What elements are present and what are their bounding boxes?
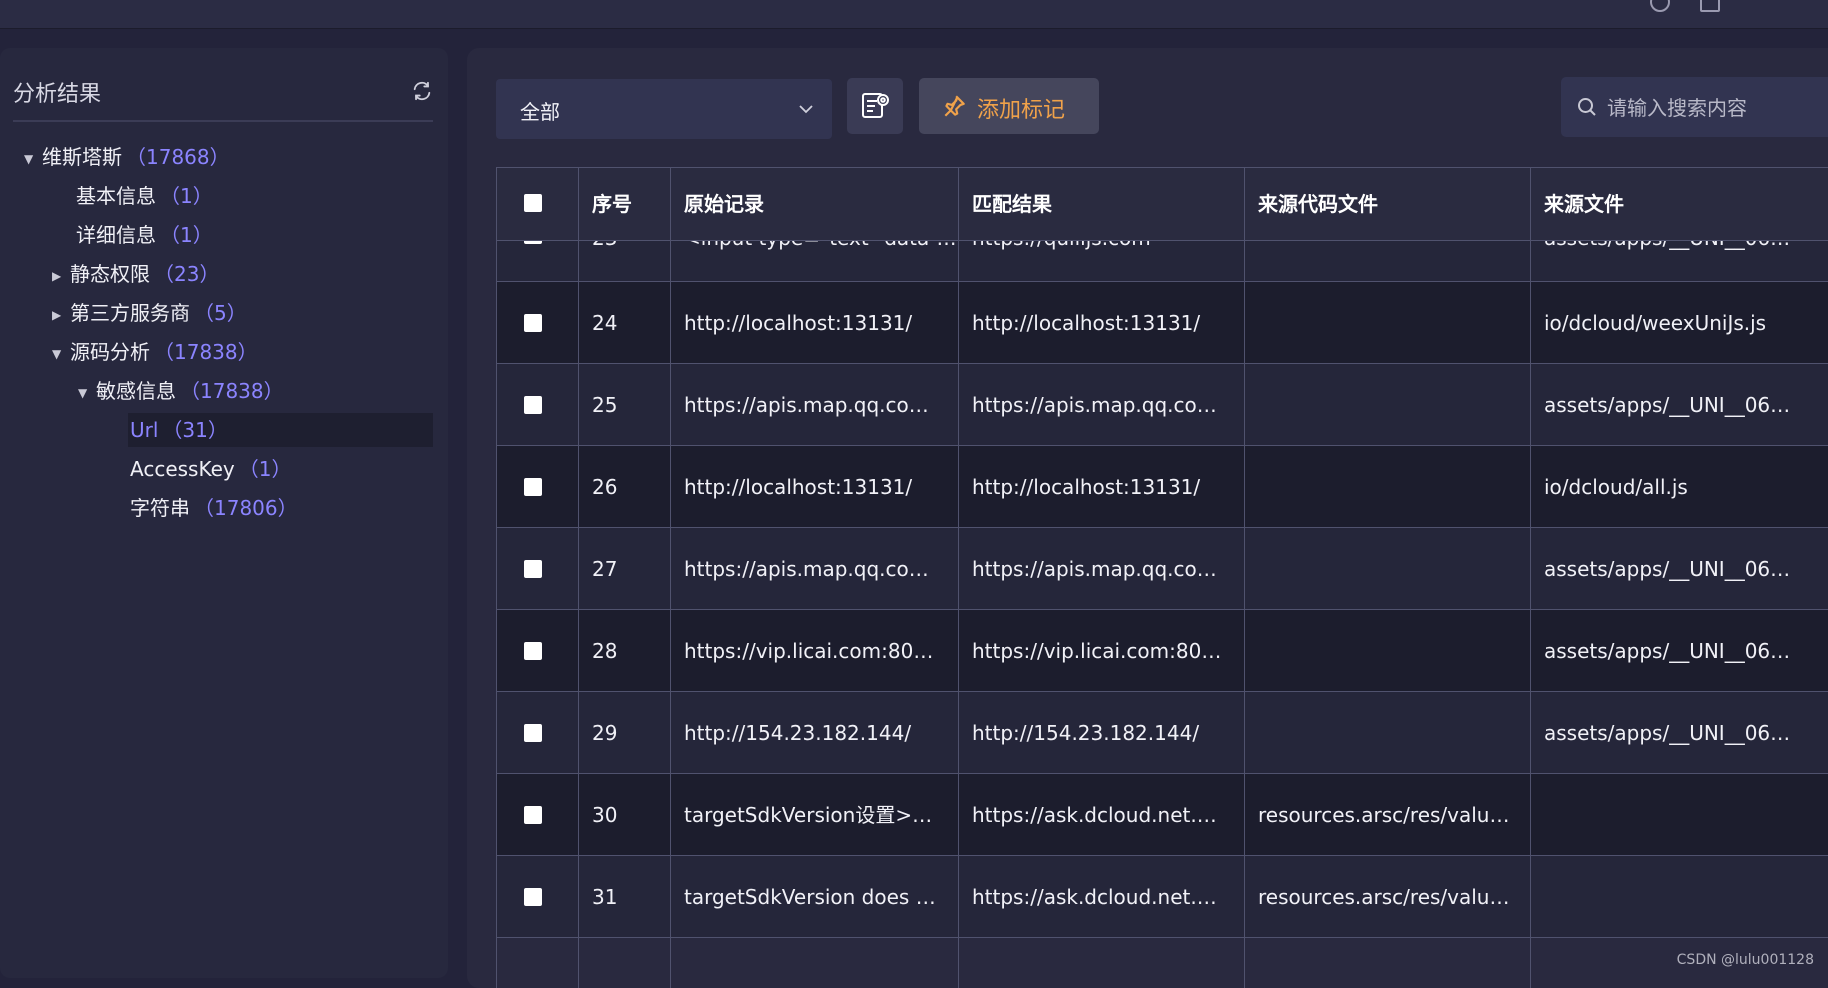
cell-original-record: http://localhost:13131/ <box>684 475 913 499</box>
select-all-checkbox[interactable] <box>524 194 542 212</box>
cell-source-code-file: resources.arsc/res/valu… <box>1258 885 1510 909</box>
table-row[interactable]: 24 http://localhost:13131/ http://localh… <box>496 282 1828 364</box>
window-icon[interactable] <box>1700 0 1720 12</box>
results-table: 序号 原始记录 匹配结果 来源代码文件 来源文件 23 <input type=… <box>496 167 1828 988</box>
cell-source-code-file <box>1244 446 1530 528</box>
filter-select-value: 全部 <box>520 100 560 124</box>
add-mark-label: 添加标记 <box>977 98 1066 123</box>
tree-node-accesskey[interactable]: AccessKey （1） <box>130 452 291 486</box>
row-checkbox[interactable] <box>524 724 542 742</box>
tree-node-basic-info[interactable]: 基本信息 （1） <box>76 179 213 213</box>
cell-index: 27 <box>592 557 618 581</box>
tree-node-root[interactable]: ▼ 维斯塔斯 （17868） <box>24 140 230 174</box>
results-table-panel: 全部 添加标记 序号 原始记录 匹配结果 来源代码文件 来源文件 <box>467 48 1828 988</box>
search-input[interactable] <box>1605 91 1828 125</box>
tree-node-strings[interactable]: 字符串 （17806） <box>130 491 298 525</box>
analysis-results-panel: 分析结果 ▼ 维斯塔斯 （17868） 基本信息 （1） 详细信息 （1） ▶ 静态权限（… <box>0 48 448 978</box>
cell-source-file: assets/apps/__UNI__06… <box>1544 721 1791 745</box>
cell-original-record: https://apis.map.qq.co… <box>684 557 929 581</box>
caret-down-icon[interactable]: ▼ <box>52 337 70 371</box>
cell-match-result: https://vip.licai.com:80… <box>972 639 1222 663</box>
cell-index: 26 <box>592 475 618 499</box>
header-source-code-file[interactable]: 来源代码文件 <box>1244 168 1530 240</box>
top-bar <box>0 0 1828 29</box>
cell-match-result: http://localhost:13131/ <box>972 311 1201 335</box>
cell-match-result: https://ask.dcloud.net.… <box>972 803 1217 827</box>
cell-source-code-file <box>1244 692 1530 774</box>
cell-original-record: targetSdkVersion does … <box>684 885 936 909</box>
cell-original-record: https://vip.licai.com:80… <box>684 639 934 663</box>
caret-down-icon[interactable]: ▼ <box>78 376 96 410</box>
cell-source-file: assets/apps/__UNI__06… <box>1544 557 1791 581</box>
cell-original-record: http://localhost:13131/ <box>684 311 913 335</box>
cell-index: 24 <box>592 311 618 335</box>
filter-select[interactable]: 全部 <box>496 79 832 139</box>
cell-index: 29 <box>592 721 618 745</box>
table-row[interactable]: 25 https://apis.map.qq.co… https://apis.… <box>496 364 1828 446</box>
row-checkbox[interactable] <box>524 806 542 824</box>
cell-source-code-file <box>1244 282 1530 364</box>
pin-icon <box>944 95 965 117</box>
row-checkbox[interactable] <box>524 560 542 578</box>
cell-original-record: http://154.23.182.144/ <box>684 721 912 745</box>
row-checkbox[interactable] <box>524 396 542 414</box>
chevron-down-icon <box>799 105 813 114</box>
refresh-icon[interactable] <box>411 80 433 102</box>
cell-index: 30 <box>592 803 618 827</box>
tree-node-detail-info[interactable]: 详细信息 （1） <box>76 218 213 252</box>
row-checkbox[interactable] <box>524 642 542 660</box>
header-source-file[interactable]: 来源文件 <box>1530 168 1828 240</box>
cell-source-file: assets/apps/__UNI__06… <box>1544 639 1791 663</box>
cell-source-file: io/dcloud/all.js <box>1544 475 1688 499</box>
cell-source-file <box>1530 774 1828 856</box>
cell-match-result: http://localhost:13131/ <box>972 475 1201 499</box>
table-row[interactable]: 26 http://localhost:13131/ http://localh… <box>496 446 1828 528</box>
row-checkbox[interactable] <box>524 314 542 332</box>
cell-source-code-file <box>1244 364 1530 446</box>
cell-source-file: assets/apps/__UNI__06… <box>1544 393 1791 417</box>
cell-index: 25 <box>592 393 618 417</box>
document-settings-icon <box>862 93 889 118</box>
table-row[interactable]: 28 https://vip.licai.com:80… https://vip… <box>496 610 1828 692</box>
table-row[interactable]: 27 https://apis.map.qq.co… https://apis.… <box>496 528 1828 610</box>
panel-header: 分析结果 <box>13 68 433 122</box>
tree-node-static-permissions[interactable]: ▶ 静态权限 （23） <box>52 257 219 291</box>
panel-title: 分析结果 <box>13 82 102 107</box>
cell-match-result: https://apis.map.qq.co… <box>972 393 1217 417</box>
table-row[interactable]: 30 targetSdkVersion设置>… https://ask.dclo… <box>496 774 1828 856</box>
cell-index: 31 <box>592 885 618 909</box>
caret-down-icon[interactable]: ▼ <box>24 142 42 176</box>
table-row[interactable]: 31 targetSdkVersion does … https://ask.d… <box>496 856 1828 938</box>
search-box[interactable] <box>1561 77 1828 137</box>
caret-right-icon[interactable]: ▶ <box>52 298 70 332</box>
watermark-text: CSDN @lulu001128 <box>1676 952 1814 968</box>
table-row[interactable]: 29 http://154.23.182.144/ http://154.23.… <box>496 692 1828 774</box>
cell-source-file: io/dcloud/weexUniJs.js <box>1544 311 1767 335</box>
cell-source-code-file <box>1244 528 1530 610</box>
tree-node-third-party[interactable]: ▶ 第三方服务商 （5） <box>52 296 247 330</box>
cell-index: 28 <box>592 639 618 663</box>
table-header: 序号 原始记录 匹配结果 来源代码文件 来源文件 <box>496 168 1828 241</box>
header-match-result[interactable]: 匹配结果 <box>958 168 1244 240</box>
cell-match-result: https://ask.dcloud.net.… <box>972 885 1217 909</box>
cell-original-record: https://apis.map.qq.co… <box>684 393 929 417</box>
tree-node-source-analysis[interactable]: ▼ 源码分析 （17838） <box>52 335 258 369</box>
row-checkbox[interactable] <box>524 478 542 496</box>
row-checkbox[interactable] <box>524 888 542 906</box>
tree-node-url[interactable]: Url （31） <box>128 413 433 447</box>
add-mark-button[interactable]: 添加标记 <box>919 78 1099 134</box>
cell-source-code-file: resources.arsc/res/valu… <box>1258 803 1510 827</box>
tree-node-sensitive-info[interactable]: ▼ 敏感信息 （17838） <box>78 374 284 408</box>
cell-source-file <box>1530 856 1828 938</box>
header-original-record[interactable]: 原始记录 <box>670 168 958 240</box>
caret-right-icon[interactable]: ▶ <box>52 259 70 293</box>
cell-source-code-file <box>1244 610 1530 692</box>
cell-original-record: targetSdkVersion设置>… <box>684 803 933 827</box>
export-button[interactable] <box>847 78 903 134</box>
cell-match-result: http://154.23.182.144/ <box>972 721 1200 745</box>
cell-match-result: https://apis.map.qq.co… <box>972 557 1217 581</box>
search-icon <box>1578 98 1596 116</box>
help-icon[interactable] <box>1650 0 1670 12</box>
